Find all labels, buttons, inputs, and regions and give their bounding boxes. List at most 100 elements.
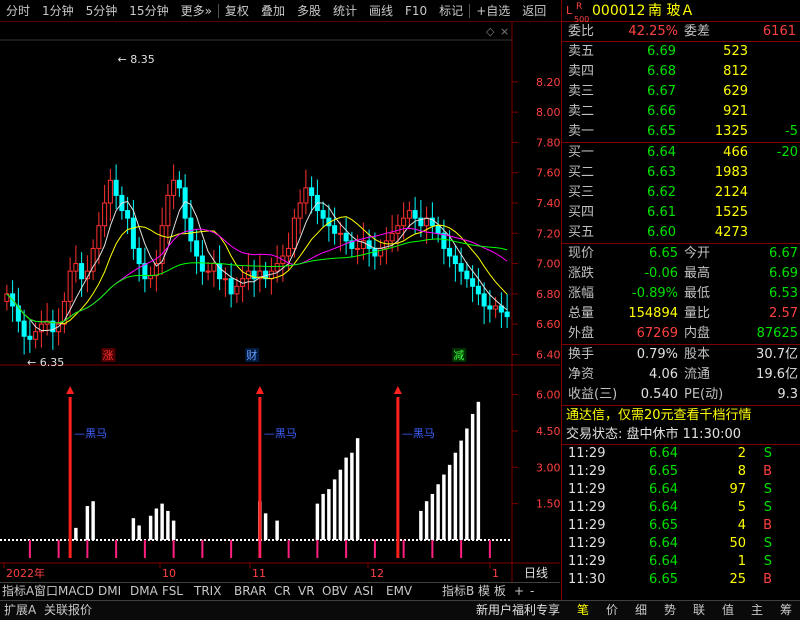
candle-body[interactable] <box>337 232 343 235</box>
toolbar-item-7[interactable]: 多股 <box>291 0 327 22</box>
status-left-item-1[interactable]: 关联报价 <box>44 601 92 620</box>
indicator-bar[interactable] <box>453 452 458 540</box>
toolbar-item-1[interactable]: 1分钟 <box>36 0 80 22</box>
indicator-bar[interactable] <box>275 520 279 540</box>
indicator-tab-right-2[interactable]: + <box>514 583 524 600</box>
candle-body[interactable] <box>79 263 85 280</box>
candle-body[interactable] <box>194 240 200 257</box>
candle-body[interactable] <box>90 247 96 272</box>
indicator-tab-5[interactable]: FSL <box>162 583 183 600</box>
indicator-bar[interactable] <box>350 452 354 540</box>
toolbar-item-4[interactable]: 更多» <box>175 0 218 22</box>
toolbar-item-0[interactable]: 分时 <box>0 0 36 22</box>
candle-body[interactable] <box>96 225 102 249</box>
right-tab-1[interactable]: 价 <box>599 601 625 620</box>
candle-body[interactable] <box>504 311 510 318</box>
candle-body[interactable] <box>102 202 108 227</box>
period-label[interactable]: 日线 <box>524 566 548 580</box>
toolbar-item-3[interactable]: 15分钟 <box>123 0 174 22</box>
indicator-bar[interactable] <box>74 527 78 540</box>
indicator-bar[interactable] <box>332 479 337 540</box>
chart-svg[interactable]: 8.20 8.00 7.80 7.60 7.40 7.20 7.00 6.80 6.60 6.40… <box>0 22 561 582</box>
candle-body[interactable] <box>228 278 234 295</box>
right-tab-5[interactable]: 值 <box>715 601 741 620</box>
candle-body[interactable] <box>464 270 470 280</box>
indicator-bar[interactable] <box>321 493 325 540</box>
indicator-bar[interactable] <box>171 520 176 540</box>
candle-body[interactable] <box>33 331 39 340</box>
toolbar-item-2[interactable]: 5分钟 <box>80 0 124 22</box>
indicator-tab-7[interactable]: BRAR <box>234 583 267 600</box>
candle-body[interactable] <box>176 179 182 189</box>
indicator-bar[interactable] <box>447 464 452 540</box>
candle-body[interactable] <box>343 232 349 242</box>
candle-body[interactable] <box>113 179 119 196</box>
close-icon[interactable]: × <box>500 25 509 38</box>
tick-row[interactable]: 11:29 6.64 50 S <box>562 535 800 553</box>
indicator-bar[interactable] <box>166 510 170 540</box>
indicator-tab-12[interactable]: EMV <box>386 583 412 600</box>
buy-price[interactable]: 6.64 <box>612 143 676 163</box>
indicator-bar[interactable] <box>137 525 141 540</box>
candle-body[interactable] <box>401 217 407 227</box>
sell-price[interactable]: 6.66 <box>612 102 676 122</box>
candle-body[interactable] <box>188 217 194 242</box>
right-tab-7[interactable]: 筹 <box>773 601 799 620</box>
tick-row[interactable]: 11:29 6.64 5 S <box>562 499 800 517</box>
indicator-tab-right-1[interactable]: 模 板 <box>478 583 506 600</box>
indicator-bar[interactable] <box>442 474 446 540</box>
indicator-bar[interactable] <box>148 515 153 540</box>
indicator-tab-9[interactable]: VR <box>298 583 315 600</box>
candle-body[interactable] <box>487 305 493 310</box>
toolbar-item-5[interactable]: 复权 <box>219 0 255 22</box>
new-user-promo[interactable]: 新用户福利专享 <box>476 601 560 620</box>
indicator-tab-3[interactable]: DMI <box>98 583 121 600</box>
candle-body[interactable] <box>493 305 499 310</box>
indicator-tab-6[interactable]: TRIX <box>194 583 221 600</box>
indicator-chart[interactable] <box>0 386 512 558</box>
chart-area[interactable]: 8.20 8.00 7.80 7.60 7.40 7.20 7.00 6.80 6.60 6.40… <box>0 22 561 598</box>
candle-body[interactable] <box>27 335 33 340</box>
toolbar-item-13[interactable]: 返回 <box>516 0 552 22</box>
candle-body[interactable] <box>211 263 217 272</box>
candle-body[interactable] <box>130 217 136 249</box>
indicator-tab-8[interactable]: CR <box>274 583 291 600</box>
candle-body[interactable] <box>286 247 292 257</box>
toolbar-item-9[interactable]: 画线 <box>363 0 399 22</box>
indicator-bar[interactable] <box>355 438 360 540</box>
candle-body[interactable] <box>291 217 297 249</box>
indicator-bar[interactable] <box>85 506 90 540</box>
indicator-bar[interactable] <box>465 428 469 540</box>
right-tab-2[interactable]: 细 <box>628 601 654 620</box>
tick-row[interactable]: 11:29 6.65 8 B <box>562 463 800 481</box>
toolbar-item-11[interactable]: 标记 <box>433 0 469 22</box>
indicator-tab-right-0[interactable]: 指标B <box>442 583 474 600</box>
toolbar-item-10[interactable]: F10 <box>399 0 433 22</box>
right-tab-0[interactable]: 笔 <box>570 601 596 620</box>
sell-price[interactable]: 6.67 <box>612 82 676 102</box>
candle-body[interactable] <box>481 293 487 307</box>
indicator-bar[interactable] <box>476 401 481 540</box>
candle-body[interactable] <box>452 255 458 265</box>
status-left-item-0[interactable]: 扩展A <box>4 601 36 620</box>
candle-body[interactable] <box>125 210 131 219</box>
candle-body[interactable] <box>107 179 113 204</box>
indicator-bar[interactable] <box>436 484 440 540</box>
candle-body[interactable] <box>320 210 326 219</box>
right-tab-6[interactable]: 主 <box>744 601 770 620</box>
candle-body[interactable] <box>234 285 240 295</box>
sell-price[interactable]: 6.69 <box>612 42 676 62</box>
candle-body[interactable] <box>435 225 441 234</box>
sell-price[interactable]: 6.68 <box>612 62 676 82</box>
candle-body[interactable] <box>355 247 361 250</box>
candle-body[interactable] <box>458 263 464 272</box>
candle-body[interactable] <box>406 210 412 219</box>
promo-link[interactable]: 通达信，仅需20元查看千档行情 <box>566 406 752 426</box>
toolbar-item-6[interactable]: 叠加 <box>255 0 291 22</box>
candle-body[interactable] <box>165 194 171 227</box>
candlestick-chart[interactable] <box>4 164 510 355</box>
tick-row[interactable]: 11:29 6.65 4 B <box>562 517 800 535</box>
candle-body[interactable] <box>309 187 315 196</box>
indicator-bar[interactable] <box>263 513 268 540</box>
indicator-bar[interactable] <box>327 489 331 540</box>
